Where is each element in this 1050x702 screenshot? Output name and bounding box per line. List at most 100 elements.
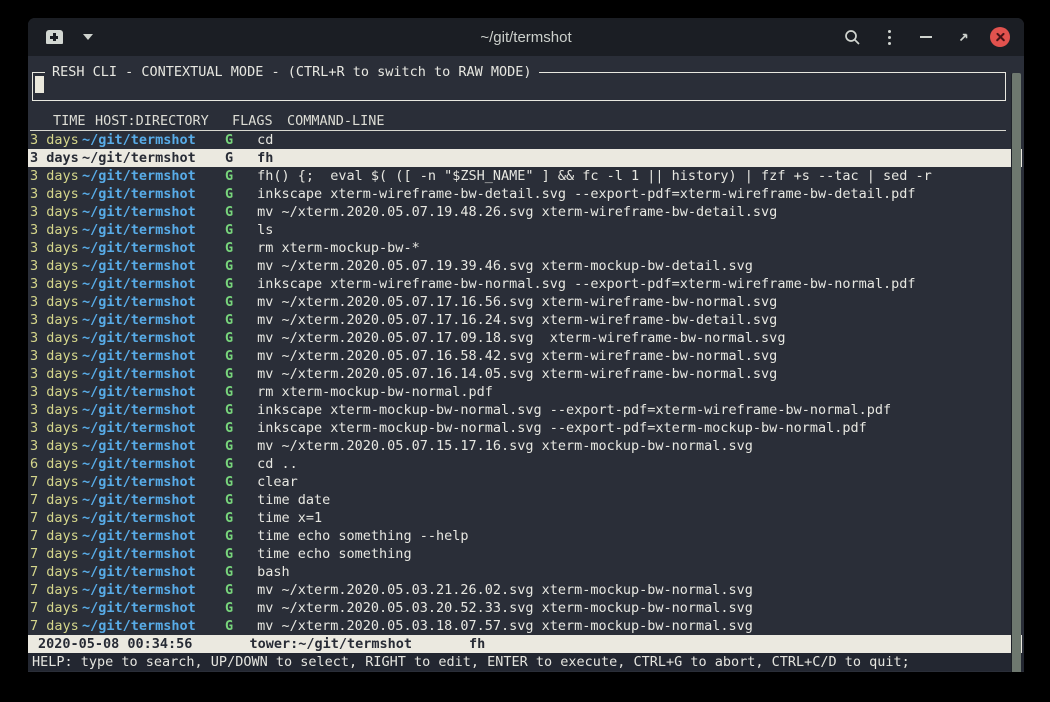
row-command: time date: [257, 491, 330, 509]
row-host: ~/git/termshot: [82, 455, 196, 473]
row-time: 7 days: [30, 509, 79, 527]
row-command: mv ~/xterm.2020.05.07.16.14.05.svg xterm…: [257, 365, 777, 383]
row-flag: G: [225, 563, 233, 581]
row-host: ~/git/termshot: [82, 167, 196, 185]
row-host: ~/git/termshot: [82, 185, 196, 203]
row-time: 7 days: [30, 473, 79, 491]
history-row[interactable]: 7 days ~/git/termshot G mv ~/xterm.2020.…: [30, 599, 1006, 617]
history-row[interactable]: 7 days ~/git/termshot G time echo someth…: [30, 545, 1006, 563]
restore-icon: [957, 31, 970, 44]
row-host: ~/git/termshot: [82, 293, 196, 311]
history-row-selected[interactable]: 3 days ~/git/termshot G fh: [28, 149, 1022, 167]
new-tab-icon: [46, 30, 63, 44]
history-row[interactable]: 7 days ~/git/termshot G mv ~/xterm.2020.…: [30, 581, 1006, 599]
row-time: 3 days: [30, 293, 79, 311]
row-flag: G: [225, 329, 233, 347]
history-row[interactable]: 3 days ~/git/termshot G mv ~/xterm.2020.…: [30, 437, 1006, 455]
scrollbar-thumb[interactable]: [1011, 73, 1021, 672]
row-host: ~/git/termshot: [82, 131, 196, 149]
status-bar: 2020-05-08 00:34:56 tower:~/git/termshot…: [28, 635, 1022, 653]
history-row[interactable]: 7 days ~/git/termshot G bash: [30, 563, 1006, 581]
history-row[interactable]: 3 days ~/git/termshot G fh() {; eval $( …: [30, 167, 1006, 185]
menu-button[interactable]: [877, 25, 901, 49]
row-command: inkscape xterm-wireframe-bw-detail.svg -…: [257, 185, 915, 203]
kebab-menu-icon: [888, 30, 891, 45]
terminal-window: ~/git/termshot: [28, 18, 1024, 672]
row-command: fh: [257, 149, 273, 167]
row-command: time x=1: [257, 509, 322, 527]
history-row[interactable]: 3 days ~/git/termshot G mv ~/xterm.2020.…: [30, 347, 1006, 365]
terminal-content[interactable]: RESH CLI - CONTEXTUAL MODE - (CTRL+R to …: [28, 72, 1024, 672]
history-row[interactable]: 3 days ~/git/termshot G rm xterm-mockup-…: [30, 383, 1006, 401]
history-row[interactable]: 7 days ~/git/termshot G time date: [30, 491, 1006, 509]
history-row[interactable]: 7 days ~/git/termshot G clear: [30, 473, 1006, 491]
row-flag: G: [225, 293, 233, 311]
scrollbar[interactable]: [1010, 72, 1022, 672]
history-row[interactable]: 7 days ~/git/termshot G time echo someth…: [30, 527, 1006, 545]
history-row[interactable]: 3 days ~/git/termshot G inkscape xterm-m…: [30, 401, 1006, 419]
row-time: 3 days: [30, 257, 79, 275]
history-row[interactable]: 3 days ~/git/termshot G mv ~/xterm.2020.…: [30, 329, 1006, 347]
minimize-button[interactable]: [914, 25, 938, 49]
row-time: 7 days: [30, 491, 79, 509]
row-flag: G: [225, 185, 233, 203]
history-row[interactable]: 3 days ~/git/termshot G inkscape xterm-m…: [30, 419, 1006, 437]
row-flag: G: [225, 239, 233, 257]
tab-dropdown-button[interactable]: [76, 25, 100, 49]
status-command: fh: [469, 635, 485, 653]
history-row[interactable]: 3 days ~/git/termshot G inkscape xterm-w…: [30, 275, 1006, 293]
row-time: 7 days: [30, 545, 79, 563]
restore-button[interactable]: [951, 25, 975, 49]
history-row[interactable]: 7 days ~/git/termshot G time x=1: [30, 509, 1006, 527]
history-row[interactable]: 3 days ~/git/termshot G mv ~/xterm.2020.…: [30, 203, 1006, 221]
row-command: mv ~/xterm.2020.05.07.19.48.26.svg xterm…: [257, 203, 777, 221]
row-time: 3 days: [30, 203, 79, 221]
history-row[interactable]: 3 days ~/git/termshot G mv ~/xterm.2020.…: [30, 257, 1006, 275]
row-host: ~/git/termshot: [82, 617, 196, 635]
history-row[interactable]: 3 days ~/git/termshot G mv ~/xterm.2020.…: [30, 293, 1006, 311]
row-host: ~/git/termshot: [82, 563, 196, 581]
row-flag: G: [225, 167, 233, 185]
history-row[interactable]: 6 days ~/git/termshot G cd ..: [30, 455, 1006, 473]
row-host: ~/git/termshot: [82, 473, 196, 491]
row-time: 3 days: [30, 311, 79, 329]
status-datetime: 2020-05-08 00:34:56: [38, 635, 192, 653]
search-button[interactable]: [840, 25, 864, 49]
row-flag: G: [225, 383, 233, 401]
row-host: ~/git/termshot: [82, 509, 196, 527]
row-time: 7 days: [30, 617, 79, 635]
row-time: 7 days: [30, 599, 79, 617]
row-host: ~/git/termshot: [82, 239, 196, 257]
row-flag: G: [225, 599, 233, 617]
history-row[interactable]: 3 days ~/git/termshot G mv ~/xterm.2020.…: [30, 311, 1006, 329]
help-line: HELP: type to search, UP/DOWN to select,…: [28, 653, 1024, 671]
row-time: 3 days: [30, 365, 79, 383]
row-flag: G: [225, 203, 233, 221]
row-host: ~/git/termshot: [82, 257, 196, 275]
titlebar[interactable]: ~/git/termshot: [28, 18, 1024, 56]
close-button[interactable]: [988, 25, 1012, 49]
row-flag: G: [225, 347, 233, 365]
row-time: 3 days: [30, 437, 79, 455]
row-time: 3 days: [30, 275, 79, 293]
row-host: ~/git/termshot: [82, 221, 196, 239]
minimize-icon: [920, 36, 932, 38]
history-row[interactable]: 3 days ~/git/termshot G ls: [30, 221, 1006, 239]
row-host: ~/git/termshot: [82, 203, 196, 221]
row-command: mv ~/xterm.2020.05.07.17.16.24.svg xterm…: [257, 311, 777, 329]
row-host: ~/git/termshot: [82, 401, 196, 419]
row-flag: G: [225, 527, 233, 545]
row-flag: G: [225, 509, 233, 527]
history-row[interactable]: 3 days ~/git/termshot G rm xterm-mockup-…: [30, 239, 1006, 257]
row-command: rm xterm-mockup-bw-*: [257, 239, 420, 257]
new-tab-button[interactable]: [42, 25, 66, 49]
history-row[interactable]: 7 days ~/git/termshot G mv ~/xterm.2020.…: [30, 617, 1006, 635]
row-command: mv ~/xterm.2020.05.03.20.52.33.svg xterm…: [257, 599, 753, 617]
row-host: ~/git/termshot: [82, 491, 196, 509]
row-time: 3 days: [30, 383, 79, 401]
history-row[interactable]: 3 days ~/git/termshot G inkscape xterm-w…: [30, 185, 1006, 203]
row-host: ~/git/termshot: [82, 599, 196, 617]
search-box[interactable]: RESH CLI - CONTEXTUAL MODE - (CTRL+R to …: [32, 72, 1006, 101]
history-row[interactable]: 3 days ~/git/termshot G cd: [30, 131, 1006, 149]
history-row[interactable]: 3 days ~/git/termshot G mv ~/xterm.2020.…: [30, 365, 1006, 383]
